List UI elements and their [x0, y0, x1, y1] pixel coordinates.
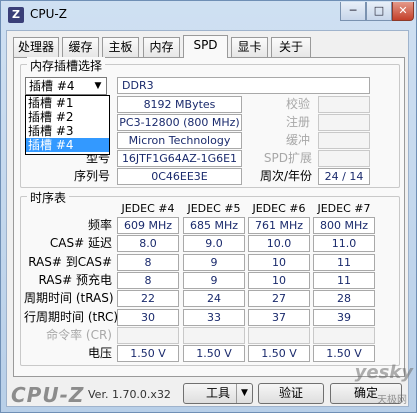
tools-button-label: 工具	[205, 386, 230, 400]
title-bar[interactable]: Z CPU-Z ─ □ ✕	[1, 1, 416, 31]
timing-cell	[313, 327, 375, 344]
max-bandwidth-field: PC3-12800 (800 MHz)	[117, 114, 242, 131]
timing-cell: 27	[248, 290, 310, 307]
buffered-field	[318, 132, 370, 149]
week-year-label: 周次/年份	[259, 169, 312, 183]
timing-col-head-2: JEDEC #5	[187, 202, 241, 215]
timing-row-label: RAS# 预充电	[38, 273, 112, 287]
timing-cell: 37	[248, 309, 310, 326]
timing-row-label: RAS# 到CAS#	[28, 255, 112, 269]
chevron-down-icon[interactable]: ▼	[90, 78, 106, 94]
tab-processor[interactable]: 处理器	[13, 37, 59, 57]
timing-cell: 11.0	[313, 235, 375, 252]
timing-cell: 761 MHz	[248, 217, 310, 234]
maximize-button[interactable]: □	[366, 2, 392, 21]
timing-cell	[117, 327, 179, 344]
slot-option-1[interactable]: 插槽 #1	[26, 96, 109, 110]
slot-select-value: 插槽 #4	[29, 79, 75, 93]
timing-row-label: CAS# 延迟	[49, 236, 112, 250]
timing-row-label: 命令率 (CR)	[46, 328, 112, 342]
slot-option-4[interactable]: 插槽 #4	[26, 138, 109, 152]
serial-number-label: 序列号	[73, 169, 110, 183]
tab-graphics[interactable]: 显卡	[231, 37, 268, 57]
spd-ext-field	[318, 150, 370, 167]
tab-spd[interactable]: SPD	[183, 35, 228, 58]
tab-about[interactable]: 关于	[271, 37, 311, 57]
timing-cell: 24	[183, 290, 245, 307]
timing-cell: 30	[117, 309, 179, 326]
window-title: CPU-Z	[30, 7, 67, 21]
timing-cell: 9	[183, 272, 245, 289]
tools-button[interactable]: 工具 ▼	[183, 383, 253, 404]
timing-row-label: 电压	[87, 346, 112, 360]
registered-label: 注册	[285, 115, 310, 129]
timings-title: 时序表	[27, 189, 70, 206]
slot-option-2[interactable]: 插槽 #2	[26, 110, 109, 124]
slot-dropdown-list: 插槽 #1 插槽 #2 插槽 #3 插槽 #4	[25, 95, 110, 155]
buffered-label: 缓冲	[285, 133, 310, 147]
timing-cell: 685 MHz	[183, 217, 245, 234]
version-text: Ver. 1.70.0.x32	[88, 388, 171, 401]
timing-cell: 11	[313, 272, 375, 289]
minimize-button[interactable]: ─	[340, 2, 366, 21]
timing-cell: 8	[117, 254, 179, 271]
timing-cell: 10	[248, 272, 310, 289]
timing-cell: 1.50 V	[313, 345, 375, 362]
slot-select[interactable]: 插槽 #4 ▼	[25, 77, 107, 95]
tools-dropdown-icon[interactable]: ▼	[236, 384, 252, 403]
timing-cell: 800 MHz	[313, 217, 375, 234]
manufacturer-field: Micron Technology	[117, 132, 242, 149]
timing-cell: 10.0	[248, 235, 310, 252]
timing-cell: 9	[183, 254, 245, 271]
timing-cell: 8.0	[117, 235, 179, 252]
week-year-field: 24 / 14	[318, 168, 370, 185]
timing-cell: 9.0	[183, 235, 245, 252]
cpuz-logo: CPU-Z	[11, 383, 85, 407]
cpuz-app-icon: Z	[8, 7, 24, 23]
timing-cell: 1.50 V	[248, 345, 310, 362]
timing-cell: 33	[183, 309, 245, 326]
timing-cell	[248, 327, 310, 344]
tab-cache[interactable]: 缓存	[62, 37, 99, 57]
timing-row-label: 频率	[87, 218, 112, 232]
timing-cell: 11	[313, 254, 375, 271]
timing-row-label: 行周期时间 (tRC)	[24, 310, 119, 324]
watermark-logo: yesky	[354, 362, 413, 383]
slot-option-3[interactable]: 插槽 #3	[26, 124, 109, 138]
timing-col-head-4: JEDEC #7	[317, 202, 371, 215]
watermark-subtext: 天极网	[377, 395, 407, 406]
timing-cell: 1.50 V	[117, 345, 179, 362]
module-size-field: 8192 MBytes	[117, 96, 242, 113]
part-number-field: 16JTF1G64AZ-1G6E1	[117, 150, 242, 167]
correction-label: 校验	[285, 97, 310, 111]
timing-col-head-3: JEDEC #6	[252, 202, 306, 215]
timing-cell: 609 MHz	[117, 217, 179, 234]
tab-memory[interactable]: 内存	[143, 37, 180, 57]
timing-cell: 22	[117, 290, 179, 307]
timing-cell	[183, 327, 245, 344]
slot-selection-title: 内存插槽选择	[27, 57, 106, 74]
timing-cell: 39	[313, 309, 375, 326]
timing-cell: 10	[248, 254, 310, 271]
timing-cell: 28	[313, 290, 375, 307]
correction-field	[318, 96, 370, 113]
timing-cell: 8	[117, 272, 179, 289]
timing-cell: 1.50 V	[183, 345, 245, 362]
registered-field	[318, 114, 370, 131]
spd-ext-label: SPD扩展	[263, 151, 312, 165]
validate-button[interactable]: 验证	[258, 383, 324, 404]
memory-type-field: DDR3	[117, 77, 370, 94]
timing-col-head-1: JEDEC #4	[121, 202, 175, 215]
close-button[interactable]: ✕	[392, 2, 414, 21]
tab-mainboard[interactable]: 主板	[102, 37, 139, 57]
serial-number-field: 0C46EE3E	[117, 168, 242, 185]
timing-row-label: 周期时间 (tRAS)	[24, 291, 114, 305]
